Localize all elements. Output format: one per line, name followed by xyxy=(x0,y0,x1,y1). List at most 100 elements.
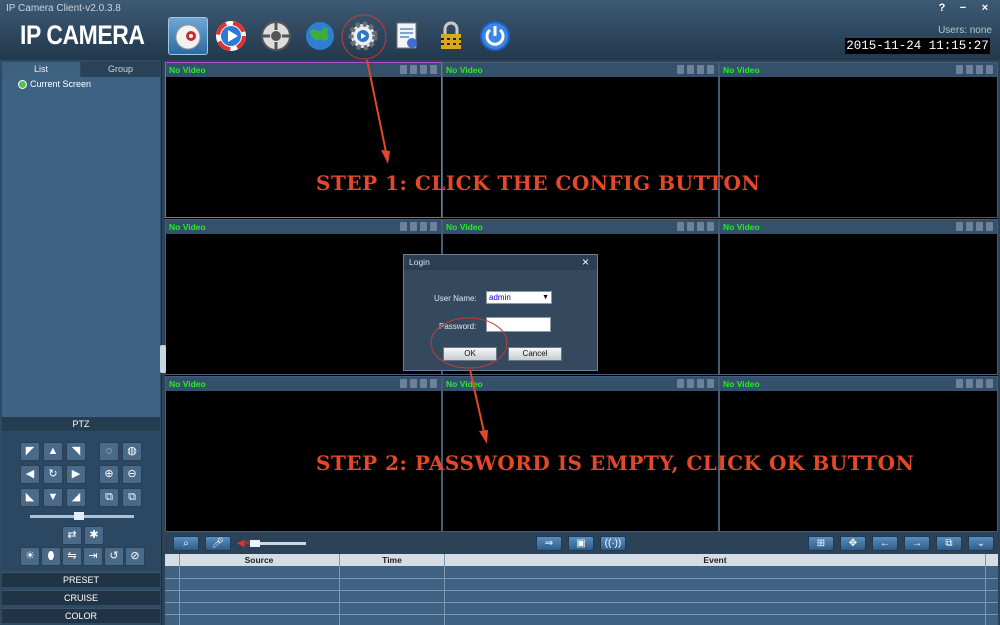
focus-near-button[interactable]: ⊕ xyxy=(99,465,119,484)
talk-button[interactable]: 🎤︎ xyxy=(205,536,231,551)
settings-button[interactable]: ✱ xyxy=(84,526,104,545)
video-cell-header: No Video xyxy=(166,377,441,391)
focus-far-button[interactable]: ⊖ xyxy=(122,465,142,484)
light-button[interactable]: ☀ xyxy=(20,547,40,566)
left-panel: List Group Current Screen PTZ ◤ ▲ ◥ ◀ ↻ … xyxy=(0,60,162,625)
ptz-icon xyxy=(261,21,291,51)
ptz-right-button[interactable]: ▶ xyxy=(66,465,86,484)
ptz-left-button[interactable]: ◀ xyxy=(20,465,40,484)
step2-annotation: STEP 2: PASSWORD IS EMPTY, CLICK OK BUTT… xyxy=(316,451,915,475)
tab-group[interactable]: Group xyxy=(81,62,160,77)
lock-button[interactable] xyxy=(431,17,471,55)
video-cell-header: No Video xyxy=(720,377,997,391)
password-field[interactable] xyxy=(486,317,551,332)
close-button[interactable]: × xyxy=(976,2,994,15)
ptz-down-left-button[interactable]: ◣ xyxy=(20,488,40,507)
auto-button[interactable]: ⇋ xyxy=(62,547,82,566)
camera-icon: ▣ xyxy=(576,538,586,549)
mute-icon[interactable]: ◀× xyxy=(237,538,251,549)
globe-icon xyxy=(306,22,334,50)
playback-icon xyxy=(216,21,246,51)
ptz-button[interactable] xyxy=(256,17,296,55)
live-view-button[interactable] xyxy=(168,17,208,55)
record-button[interactable]: ⇒ xyxy=(536,536,562,551)
no-video-label: No Video xyxy=(446,379,483,389)
minimize-button[interactable]: − xyxy=(954,2,972,15)
column-event[interactable]: Event xyxy=(445,554,985,566)
snapshot-button[interactable]: ▣ xyxy=(568,536,594,551)
exit-button[interactable] xyxy=(475,17,515,55)
arrow-right-icon: → xyxy=(912,538,922,549)
power-icon xyxy=(480,21,510,51)
event-table-header: Source Time Event xyxy=(165,554,998,566)
iris-close-button[interactable]: ⧉ xyxy=(122,488,142,507)
next-page-button[interactable]: → xyxy=(904,536,930,551)
video-cell-header: No Video xyxy=(443,377,718,391)
cruise-button[interactable]: ⇥ xyxy=(83,547,103,566)
zoom-in-button[interactable]: ◍ xyxy=(122,442,142,461)
login-dialog: Login × User Name: admin ▼ Password: OK C… xyxy=(403,254,598,371)
chevron-down-icon: ▼ xyxy=(542,294,549,301)
video-cell[interactable]: No Video xyxy=(719,219,998,375)
event-table: Source Time Event xyxy=(165,554,998,625)
ptz-speed-thumb[interactable] xyxy=(74,512,84,520)
login-dialog-title: Login xyxy=(404,255,597,270)
preset-section[interactable]: PRESET xyxy=(2,572,160,587)
iris-open-button[interactable]: ⧉ xyxy=(99,488,119,507)
table-row xyxy=(165,614,998,615)
dialog-close-button[interactable]: × xyxy=(582,255,589,270)
flip-button[interactable]: ⇄ xyxy=(62,526,82,545)
lock-icon xyxy=(441,21,461,49)
cycle-icon: ⧉ xyxy=(945,538,953,549)
config-button[interactable] xyxy=(343,17,383,55)
microphone-icon: 🎤︎ xyxy=(211,538,225,549)
search-button[interactable]: ⌕ xyxy=(173,536,199,551)
stop-button[interactable]: ⊘ xyxy=(125,547,145,566)
users-status: Users: none xyxy=(938,25,992,36)
ptz-down-button[interactable]: ▼ xyxy=(43,488,63,507)
ip-camera-client-window: IP Camera Client-v2.0.3.8 IP CAMERA ? − … xyxy=(0,0,1000,625)
fullscreen-button[interactable]: ✥ xyxy=(840,536,866,551)
zoom-out-button[interactable]: ◌ xyxy=(99,442,119,461)
username-select[interactable]: admin ▼ xyxy=(486,291,552,304)
map-button[interactable] xyxy=(300,17,340,55)
ptz-up-button[interactable]: ▲ xyxy=(43,442,63,461)
tab-list[interactable]: List xyxy=(2,62,80,77)
playback-button[interactable] xyxy=(211,17,251,55)
ptz-center-button[interactable]: ↻ xyxy=(43,465,63,484)
ptz-down-right-button[interactable]: ◢ xyxy=(66,488,86,507)
layout-button[interactable]: ⊞ xyxy=(808,536,834,551)
help-button[interactable]: ? xyxy=(933,2,951,15)
ptz-up-right-button[interactable]: ◥ xyxy=(66,442,86,461)
video-cell-header: No Video xyxy=(166,220,441,234)
panel-collapse-handle[interactable] xyxy=(160,345,166,373)
previous-page-button[interactable]: ← xyxy=(872,536,898,551)
cycle-button[interactable]: ⧉ xyxy=(936,536,962,551)
volume-thumb[interactable] xyxy=(250,540,260,547)
no-video-label: No Video xyxy=(723,65,760,75)
no-video-label: No Video xyxy=(446,222,483,232)
no-video-label: No Video xyxy=(446,65,483,75)
alarm-button[interactable]: ((·)) xyxy=(600,536,626,551)
ok-button[interactable]: OK xyxy=(443,347,497,361)
video-cell[interactable]: No Video xyxy=(719,62,998,218)
no-video-label: No Video xyxy=(169,379,206,389)
tree-item-current-screen[interactable]: Current Screen xyxy=(18,79,91,89)
ptz-up-left-button[interactable]: ◤ xyxy=(20,442,40,461)
record-icon: ⇒ xyxy=(544,538,554,549)
log-button[interactable] xyxy=(387,17,427,55)
cruise-section[interactable]: CRUISE xyxy=(2,590,160,605)
live-view-icon xyxy=(175,24,201,50)
column-source[interactable]: Source xyxy=(179,554,339,566)
reset-button[interactable]: ↺ xyxy=(104,547,124,566)
gear-icon xyxy=(348,21,378,51)
no-video-label: No Video xyxy=(723,222,760,232)
datetime-display: 2015-11-24 11:15:27 xyxy=(845,38,990,54)
column-time[interactable]: Time xyxy=(340,554,444,566)
cancel-button[interactable]: Cancel xyxy=(508,347,562,361)
collapse-events-button[interactable]: ⌄ xyxy=(968,536,994,551)
video-cell[interactable]: No Video xyxy=(165,219,442,375)
wiper-button[interactable]: ⬮ xyxy=(41,547,61,566)
table-row xyxy=(165,602,998,603)
color-section[interactable]: COLOR xyxy=(2,608,160,623)
